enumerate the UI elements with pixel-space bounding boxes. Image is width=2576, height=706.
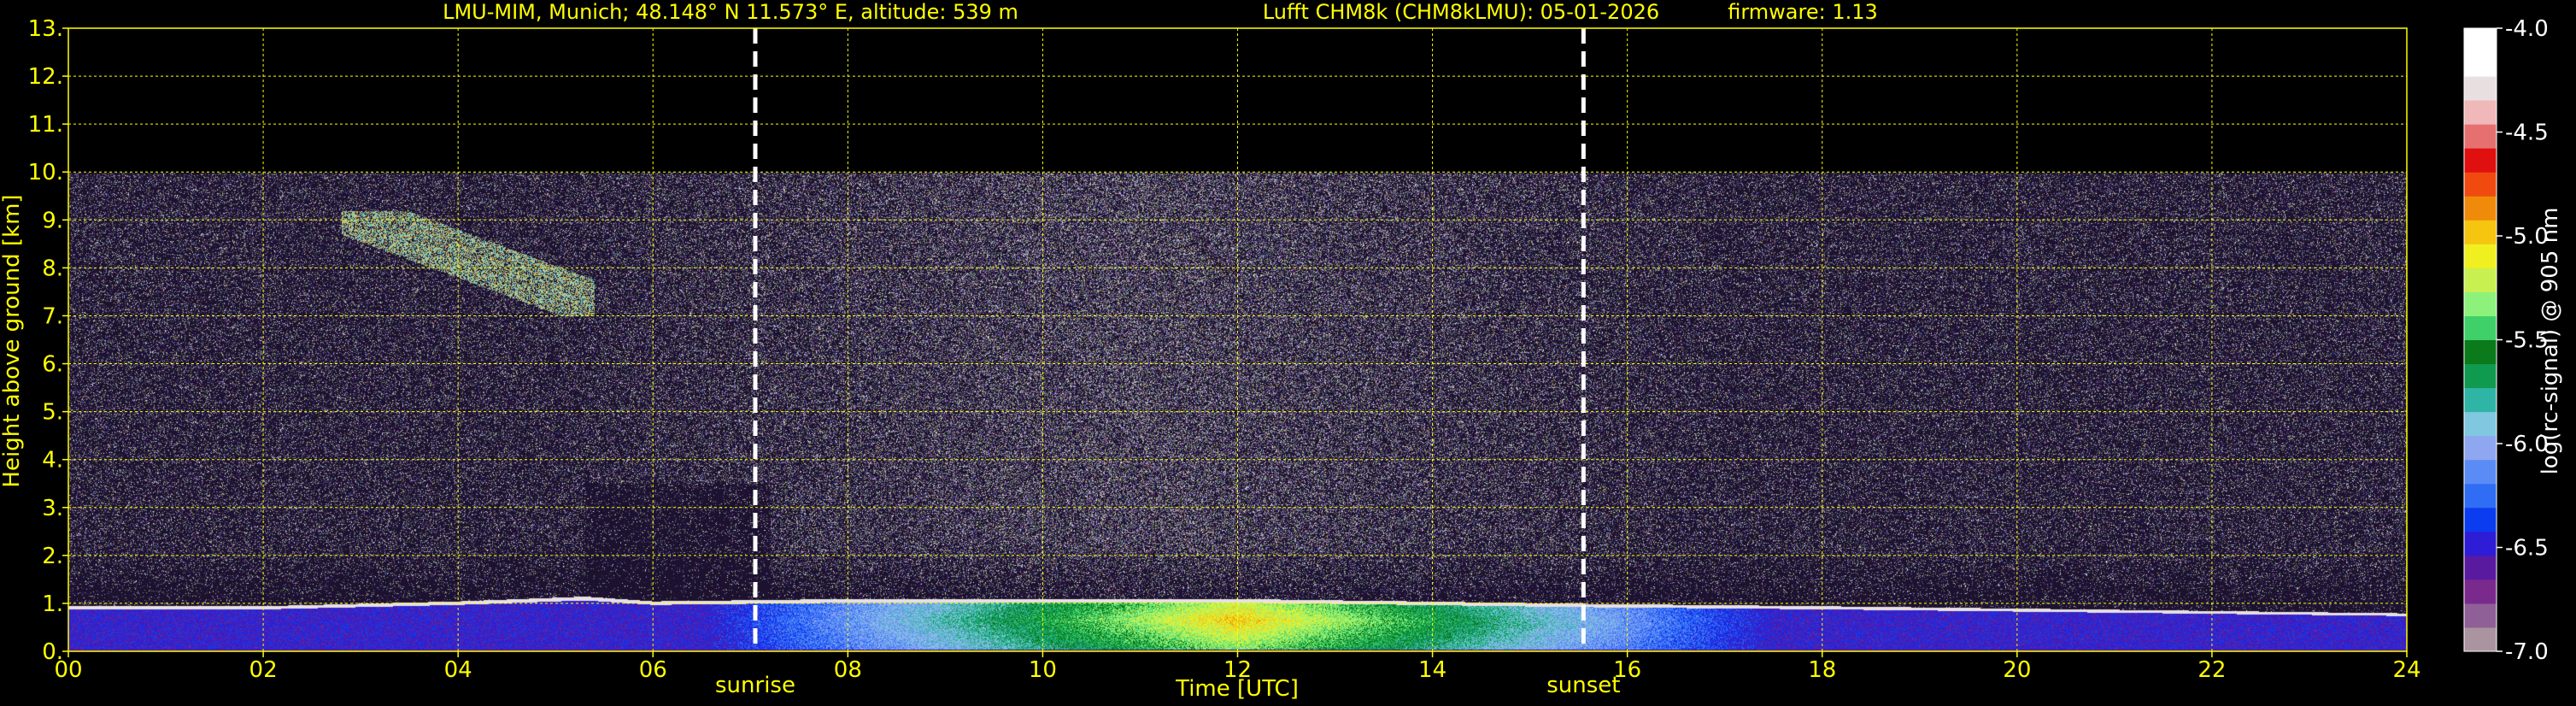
colorbar-label: log(rc-signal) @ 905 nm — [2538, 208, 2563, 475]
colorbar-swatch — [2464, 315, 2497, 340]
colorbar-swatch — [2464, 339, 2497, 365]
x-tick-label: 14 — [1418, 657, 1446, 683]
x-tick-label: 22 — [2198, 657, 2226, 683]
x-tick-label: 04 — [444, 657, 472, 683]
colorbar-swatch — [2464, 411, 2497, 437]
chart-title-instrument: Lufft CHM8k (CHM8kLMU): 05-01-2026 — [1263, 0, 1659, 24]
x-tick-label: 20 — [2003, 657, 2031, 683]
colorbar-swatch — [2464, 148, 2497, 173]
y-tick-label: 5. — [42, 400, 63, 426]
colorbar-swatch — [2464, 196, 2497, 221]
colorbar-swatch — [2464, 172, 2497, 197]
y-tick-label: 9. — [42, 208, 63, 233]
x-tick-label: 02 — [249, 657, 278, 683]
colorbar-swatch — [2464, 387, 2497, 413]
y-tick-label: 6. — [42, 352, 63, 378]
y-tick-label: 10. — [28, 160, 63, 185]
x-tick-label: 18 — [1808, 657, 1836, 683]
colorbar-swatch — [2464, 363, 2497, 389]
y-tick-label: 12. — [28, 64, 63, 90]
y-tick-label: 3. — [42, 496, 63, 521]
x-axis-label: Time [UTC] — [1175, 676, 1299, 702]
colorbar-swatch — [2464, 124, 2497, 149]
colorbar-swatch — [2464, 220, 2497, 244]
ceilometer-chart: LMU-MIM, Munich; 48.148° N 11.573° E, al… — [0, 0, 2576, 706]
x-tick-label: 10 — [1029, 657, 1057, 683]
x-tick-label: 00 — [54, 657, 82, 683]
colorbar-swatch — [2464, 291, 2497, 316]
y-tick-label: 2. — [42, 544, 63, 569]
colorbar-swatch — [2464, 435, 2497, 461]
y-tick-label: 1. — [42, 591, 63, 617]
x-tick-label: 08 — [834, 657, 862, 683]
sunrise-label: sunrise — [715, 673, 795, 698]
y-axis-label: Height above ground [km] — [0, 194, 25, 487]
y-tick-label: 13. — [28, 16, 63, 42]
colorbar-swatch — [2464, 627, 2497, 652]
y-tick-label: 8. — [42, 256, 63, 281]
colorbar-swatch — [2464, 603, 2497, 628]
colorbar-swatch — [2464, 244, 2497, 268]
chart-title-firmware: firmware: 1.13 — [1728, 0, 1878, 24]
colorbar-swatch — [2464, 76, 2497, 101]
y-tick-label: 4. — [42, 448, 63, 474]
colorbar-tick-label: -6.5 — [2505, 536, 2549, 562]
colorbar-swatch — [2464, 483, 2497, 509]
colorbar-tick-label: -4.5 — [2505, 121, 2549, 146]
colorbar-swatch — [2464, 28, 2497, 53]
colorbar-swatch — [2464, 579, 2497, 604]
colorbar-swatch — [2464, 531, 2497, 556]
y-tick-label: 7. — [42, 303, 63, 329]
colorbar-swatch — [2464, 507, 2497, 532]
x-tick-label: 24 — [2392, 657, 2421, 683]
colorbar-swatch — [2464, 100, 2497, 125]
colorbar-swatch — [2464, 459, 2497, 485]
colorbar-tick-label: -4.0 — [2505, 16, 2549, 42]
colorbar-swatch — [2464, 268, 2497, 292]
chart-title-site: LMU-MIM, Munich; 48.148° N 11.573° E, al… — [443, 0, 1018, 24]
x-tick-label: 06 — [639, 657, 667, 683]
y-tick-label: 11. — [28, 112, 63, 138]
sunset-label: sunset — [1546, 673, 1620, 698]
x-tick-label: 16 — [1613, 657, 1641, 683]
colorbar-swatch — [2464, 555, 2497, 580]
colorbar-swatch — [2464, 52, 2497, 77]
colorbar-tick-label: -7.0 — [2505, 639, 2549, 665]
